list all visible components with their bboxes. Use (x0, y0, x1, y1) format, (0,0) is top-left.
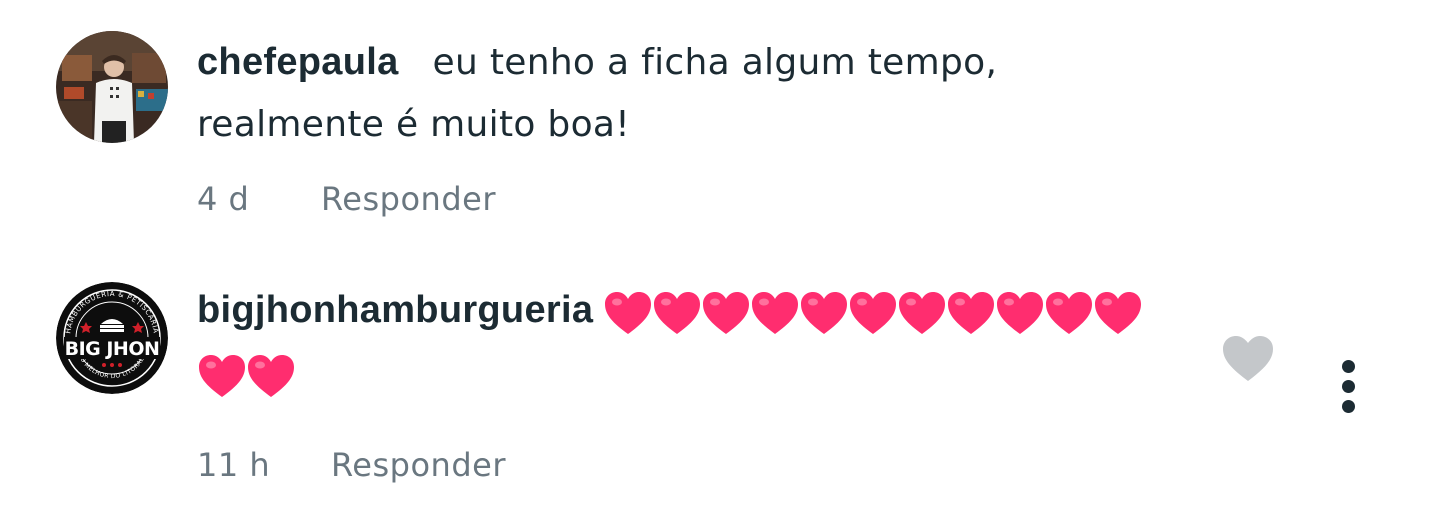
username[interactable]: chefepaula (197, 41, 399, 83)
comment-text: eu tenho a ficha algum tempo, (432, 42, 998, 83)
pink-heart-emoji (1046, 292, 1093, 334)
logo-name: BIG JHON (65, 338, 160, 360)
avatar[interactable]: HAMBURGUERIA & PETISCARIA O MELHOR DO LI… (56, 282, 168, 394)
comment-text: realmente é muito boa! (197, 104, 630, 145)
comment-body: chefepaula eu tenho a ficha algum tempo, … (197, 31, 997, 156)
comment-item: HAMBURGUERIA & PETISCARIA O MELHOR DO LI… (0, 240, 1440, 508)
chef-photo-avatar (56, 31, 168, 143)
more-options-button[interactable] (1339, 358, 1359, 414)
heart-emoji-row (603, 281, 1142, 343)
reply-button[interactable]: Responder (331, 446, 506, 484)
heart-outline-icon (1223, 336, 1273, 381)
pink-heart-emoji (703, 292, 750, 334)
pink-heart-emoji (899, 292, 946, 334)
reply-button[interactable]: Responder (321, 180, 496, 218)
comment-timestamp: 4 d (197, 180, 250, 218)
pink-heart-emoji (801, 292, 848, 334)
avatar[interactable] (56, 31, 168, 143)
comment-body: bigjhonhamburgueria (197, 279, 1142, 406)
pink-heart-emoji (997, 292, 1044, 334)
comment-timestamp: 11 h (197, 446, 271, 484)
pink-heart-emoji (199, 355, 245, 397)
pink-heart-emoji (1095, 292, 1142, 334)
comment-meta: 4 d Responder (197, 180, 597, 220)
pink-heart-emoji (752, 292, 799, 334)
big-jhon-logo-avatar: HAMBURGUERIA & PETISCARIA O MELHOR DO LI… (56, 282, 168, 394)
like-button[interactable] (1222, 335, 1274, 383)
pink-heart-emoji (248, 355, 294, 397)
comment-meta: 11 h Responder (197, 446, 597, 486)
pink-heart-emoji (948, 292, 995, 334)
pink-heart-emoji (654, 292, 701, 334)
comment-item: chefepaula eu tenho a ficha algum tempo, … (0, 0, 1440, 240)
heart-emoji-row (197, 344, 295, 406)
pink-heart-emoji (850, 292, 897, 334)
pink-heart-emoji (605, 292, 652, 334)
username[interactable]: bigjhonhamburgueria (197, 289, 593, 331)
